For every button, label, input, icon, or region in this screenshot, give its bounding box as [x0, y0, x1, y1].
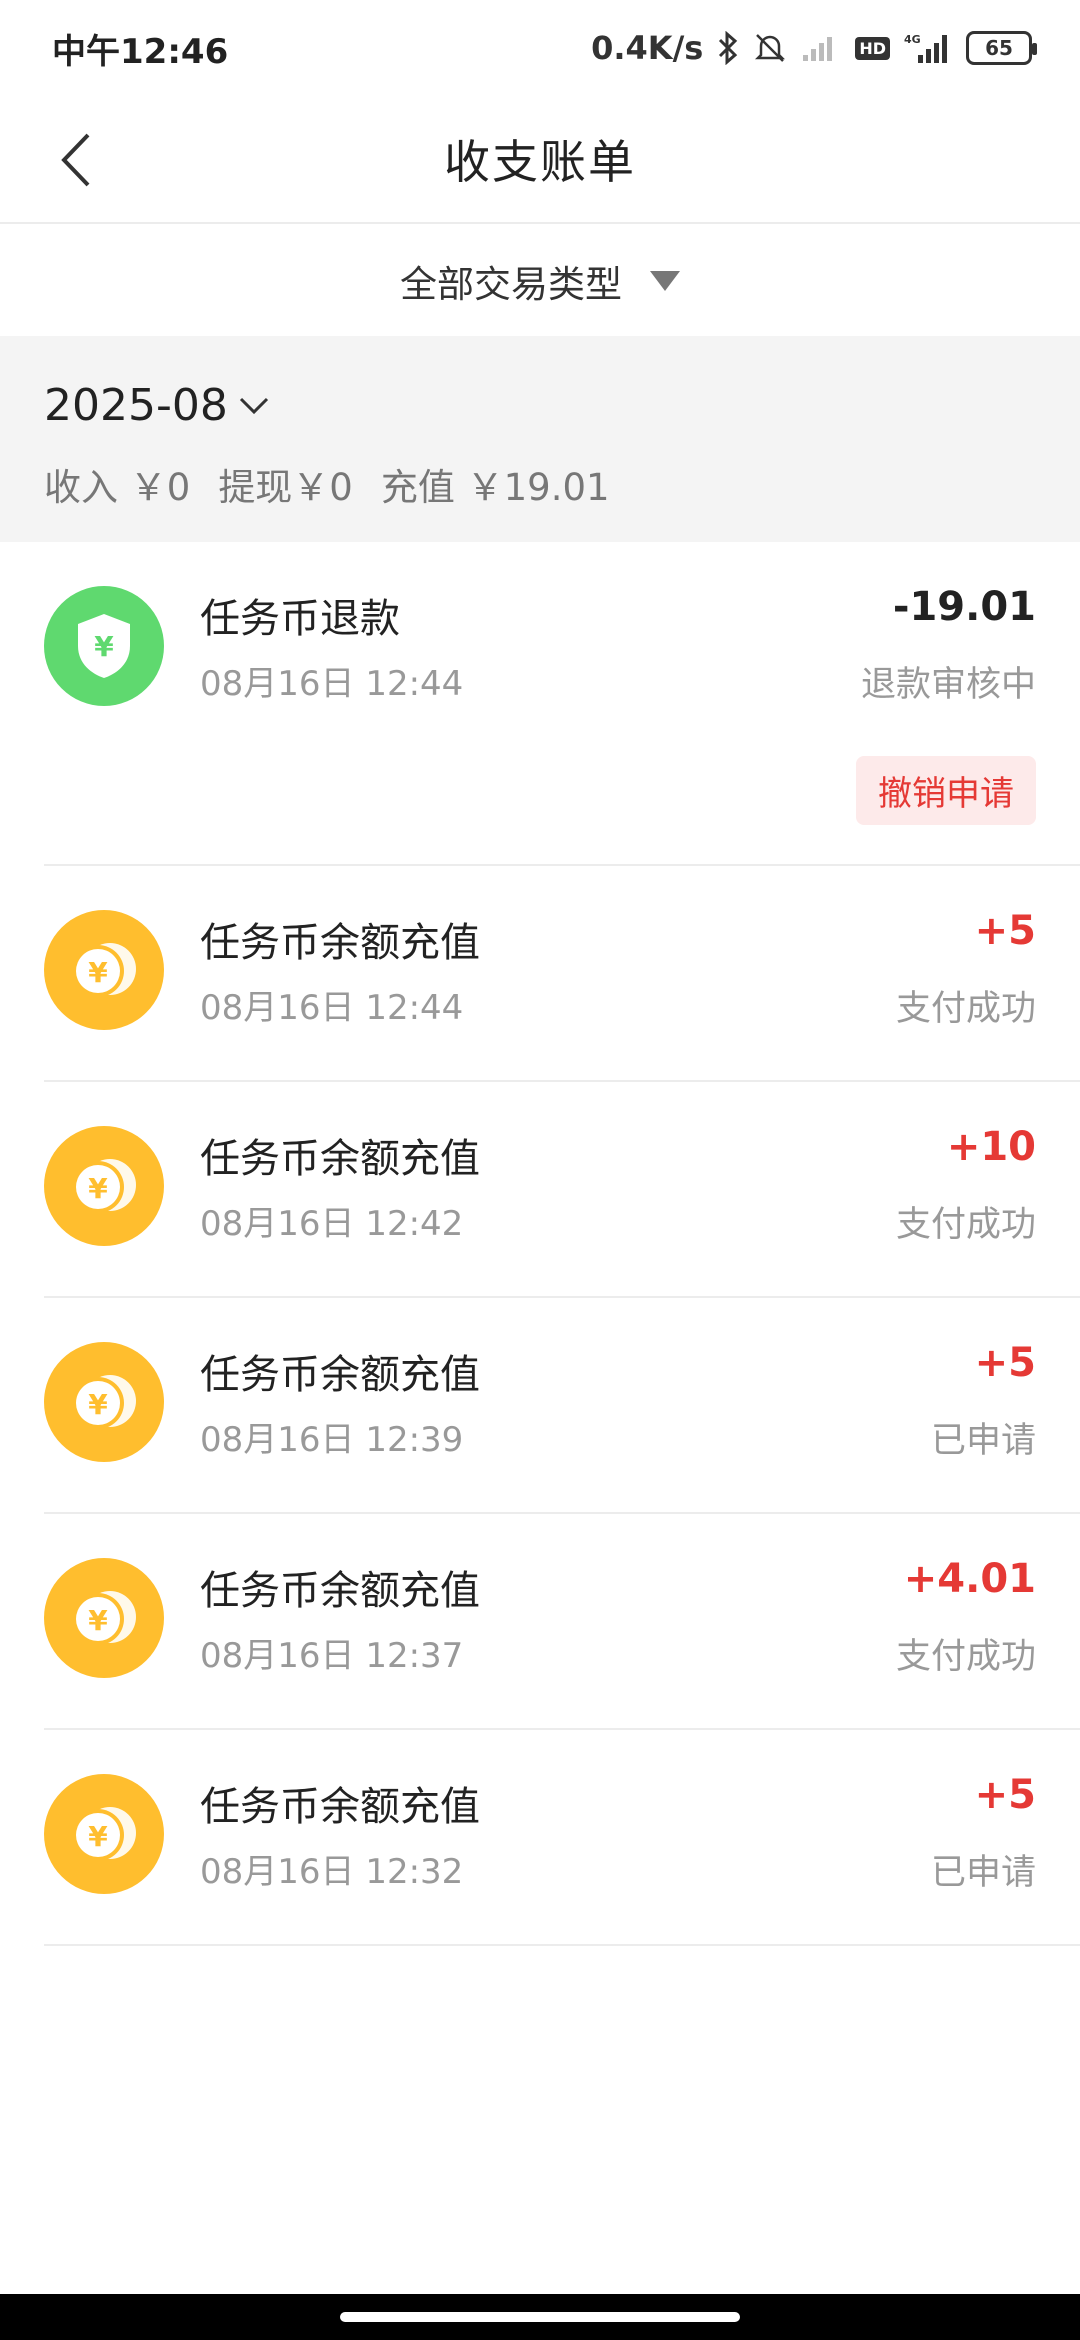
list-item[interactable]: ¥ 任务币余额充值 08月16日 12:37 +4.01 支付成功 [44, 1514, 1080, 1730]
recharge-total: 充值 ￥19.01 [380, 466, 610, 509]
withdraw-total: 提现￥0 [218, 466, 353, 509]
transaction-title: 任务币余额充值 [200, 1568, 480, 1614]
transaction-type-filter[interactable]: 全部交易类型 [0, 226, 1080, 336]
svg-text:¥: ¥ [88, 1172, 108, 1205]
signal-weak-icon [801, 33, 841, 63]
cancel-request-button[interactable]: 撤销申请 [856, 756, 1036, 825]
status-icons: 0.4K/s HD 4G 65 [591, 29, 1037, 67]
transaction-status: 已申请 [930, 1421, 1036, 1461]
list-item[interactable]: ¥ 任务币余额充值 08月16日 12:32 +5 已申请 [44, 1730, 1080, 1946]
bell-muted-icon [753, 31, 787, 65]
coins-icon: ¥ [44, 1342, 164, 1462]
gesture-bar [0, 2294, 1080, 2340]
transaction-date: 08月16日 12:37 [200, 1636, 464, 1676]
transaction-title: 任务币余额充值 [200, 1136, 480, 1182]
coins-icon: ¥ [44, 1558, 164, 1678]
transaction-status: 支付成功 [895, 989, 1036, 1029]
svg-text:¥: ¥ [88, 1820, 108, 1853]
income-total: 收入 ￥0 [44, 466, 191, 509]
status-time: 中午12:46 [52, 31, 229, 72]
hd-badge: HD [855, 36, 890, 60]
list-item[interactable]: ¥ 任务币余额充值 08月16日 12:44 +5 支付成功 [44, 866, 1080, 1082]
transaction-status: 已申请 [930, 1853, 1036, 1893]
transaction-title: 任务币余额充值 [200, 920, 480, 966]
list-item[interactable]: ¥ 任务币余额充值 08月16日 12:42 +10 支付成功 [44, 1082, 1080, 1298]
transaction-date: 08月16日 12:32 [200, 1852, 464, 1892]
transaction-date: 08月16日 12:42 [200, 1204, 464, 1244]
filter-label: 全部交易类型 [400, 263, 622, 306]
transaction-amount: +4.01 [903, 1556, 1036, 1602]
nav-bar: 收支账单 [0, 96, 1080, 224]
month-selector[interactable]: 2025-08 [44, 380, 1036, 431]
caret-down-icon [650, 271, 680, 291]
home-indicator[interactable] [340, 2312, 740, 2322]
transaction-date: 08月16日 12:44 [200, 664, 464, 704]
chevron-down-icon [236, 388, 272, 424]
transaction-title: 任务币退款 [200, 596, 400, 642]
transaction-amount: +5 [974, 1772, 1036, 1818]
page-title: 收支账单 [444, 135, 636, 189]
transaction-title: 任务币余额充值 [200, 1784, 480, 1830]
svg-text:4G: 4G [904, 33, 921, 46]
signal-4g-icon: 4G [904, 31, 952, 65]
transaction-date: 08月16日 12:39 [200, 1420, 464, 1460]
coins-icon: ¥ [44, 1774, 164, 1894]
month-label: 2025-08 [44, 380, 228, 431]
transaction-status: 支付成功 [895, 1205, 1036, 1245]
transaction-amount: +5 [974, 908, 1036, 954]
transaction-date: 08月16日 12:44 [200, 988, 464, 1028]
back-button[interactable] [40, 120, 110, 200]
transaction-amount: +10 [946, 1124, 1036, 1170]
chevron-left-icon [61, 133, 90, 187]
transaction-status: 支付成功 [895, 1637, 1036, 1677]
svg-text:¥: ¥ [88, 1388, 108, 1421]
transaction-status: 退款审核中 [860, 665, 1036, 705]
transaction-title: 任务币余额充值 [200, 1352, 480, 1398]
transaction-amount: +5 [974, 1340, 1036, 1386]
net-speed: 0.4K/s [591, 29, 704, 67]
status-bar: 中午12:46 0.4K/s HD 4G 65 [0, 0, 1080, 96]
svg-text:¥: ¥ [94, 630, 114, 663]
battery-icon: 65 [966, 31, 1037, 65]
list-item[interactable]: ¥ 任务币余额充值 08月16日 12:39 +5 已申请 [44, 1298, 1080, 1514]
svg-text:¥: ¥ [88, 956, 108, 989]
shield-yuan-icon: ¥ [44, 586, 164, 706]
month-summary: 2025-08 收入 ￥0 提现￥0 充值 ￥19.01 [0, 336, 1080, 542]
svg-text:¥: ¥ [88, 1604, 108, 1637]
coins-icon: ¥ [44, 910, 164, 1030]
bluetooth-icon [717, 31, 739, 65]
transaction-amount: -19.01 [892, 584, 1036, 630]
coins-icon: ¥ [44, 1126, 164, 1246]
list-item[interactable]: ¥ 任务币退款 08月16日 12:44 -19.01 退款审核中 撤销申请 [44, 542, 1080, 866]
transaction-list: ¥ 任务币退款 08月16日 12:44 -19.01 退款审核中 撤销申请 ¥… [0, 542, 1080, 1946]
totals-row: 收入 ￥0 提现￥0 充值 ￥19.01 [44, 457, 1036, 511]
